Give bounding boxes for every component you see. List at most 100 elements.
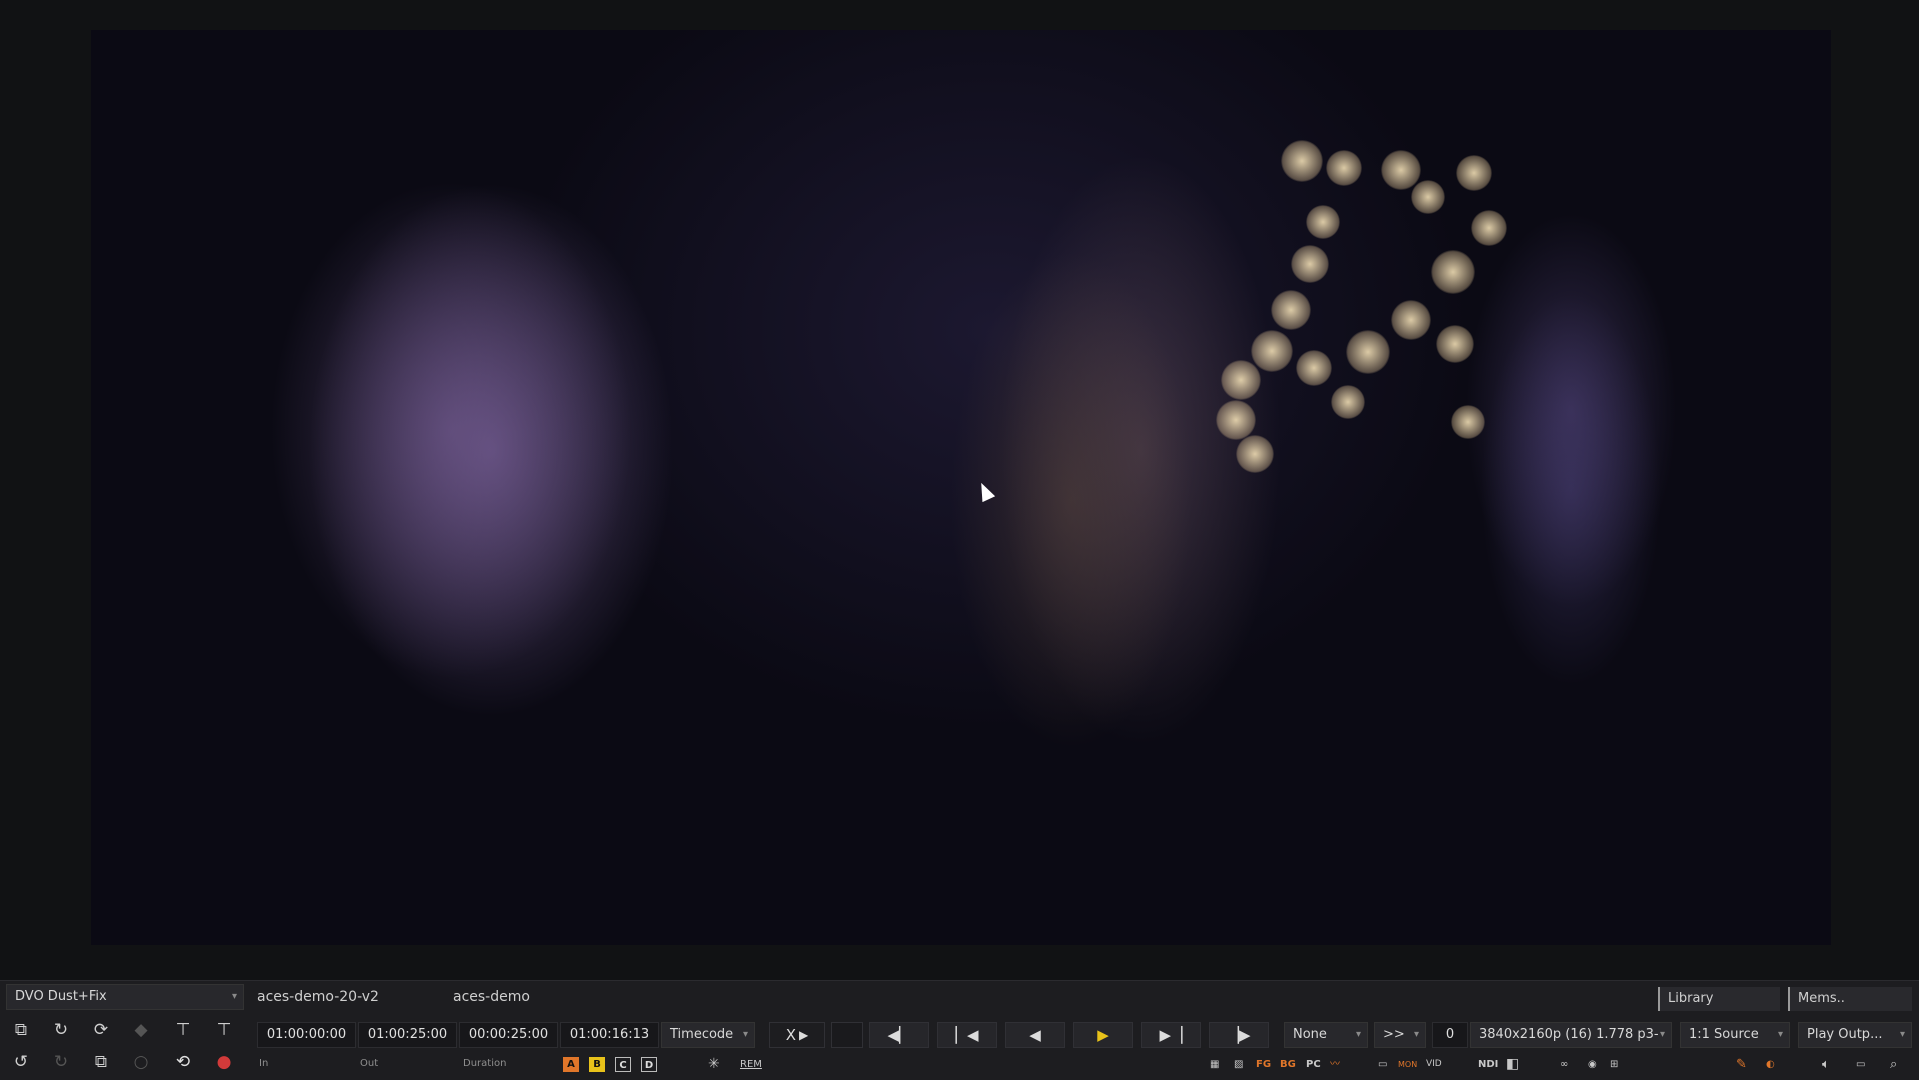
- ndi-indicator[interactable]: NDI: [1478, 1056, 1498, 1073]
- x-toggle-button[interactable]: X ▶: [769, 1022, 825, 1048]
- image-icon[interactable]: ▨: [1234, 1056, 1243, 1073]
- compare-a-button[interactable]: A: [563, 1057, 579, 1072]
- redo-icon[interactable]: ↻: [48, 1049, 74, 1075]
- chevron-down-icon: ▾: [1899, 1029, 1905, 1040]
- compare-d-button[interactable]: D: [641, 1057, 657, 1072]
- pc-indicator[interactable]: PC: [1306, 1056, 1321, 1073]
- vid-indicator[interactable]: VID: [1426, 1056, 1442, 1073]
- step-forward-mark-button[interactable]: ▕▶: [1209, 1022, 1269, 1048]
- split-bottom-icon[interactable]: ⊤: [211, 1017, 237, 1043]
- mems-button[interactable]: Mems..: [1788, 987, 1912, 1011]
- circle-icon[interactable]: ○: [128, 1049, 154, 1075]
- video-frame: [91, 30, 1831, 945]
- person-center: [831, 150, 1251, 945]
- safe-area-icon[interactable]: ⊞: [1610, 1056, 1618, 1073]
- cycle-icon[interactable]: ⟲: [170, 1049, 196, 1075]
- scale-dropdown[interactable]: 1:1 Source ▾: [1680, 1022, 1790, 1048]
- waveform-icon[interactable]: 〰: [1330, 1056, 1340, 1073]
- timecode-mode-dropdown[interactable]: Timecode ▾: [661, 1022, 755, 1048]
- chevron-down-icon: ▾: [1413, 1029, 1419, 1040]
- go-to-end-icon: ▶▕: [1159, 1026, 1183, 1044]
- frame-value[interactable]: 0: [1432, 1022, 1468, 1048]
- monitor-icon[interactable]: ▭: [1378, 1056, 1387, 1073]
- eye-icon[interactable]: ◉: [1588, 1056, 1597, 1073]
- go-to-end-button[interactable]: ▶▕: [1141, 1022, 1201, 1048]
- compare-b-button[interactable]: B: [589, 1057, 605, 1072]
- fx-dropdown[interactable]: None ▾: [1284, 1022, 1368, 1048]
- rem-button[interactable]: REM: [740, 1056, 762, 1073]
- mon-indicator[interactable]: MON: [1398, 1056, 1417, 1073]
- step-back-mark-button[interactable]: ◀▏: [869, 1022, 929, 1048]
- play-marker-icon: ▶: [799, 1028, 809, 1042]
- loop-icon[interactable]: ↺: [8, 1049, 34, 1075]
- library-button-label: Library: [1668, 991, 1714, 1006]
- in-label: In: [259, 1058, 269, 1069]
- output-dropdown[interactable]: Play Outp... ▾: [1798, 1022, 1912, 1048]
- bokeh-light: [1306, 205, 1340, 239]
- duration-timecode[interactable]: 00:00:25:00: [459, 1022, 558, 1048]
- format-dropdown[interactable]: 3840x2160p (16) 1.778 p3- ▾: [1470, 1022, 1672, 1048]
- toggle-icon[interactable]: ◐: [1766, 1056, 1775, 1073]
- refresh-icon[interactable]: ↻: [48, 1017, 74, 1043]
- fg-indicator[interactable]: FG: [1256, 1056, 1271, 1073]
- out-label: Out: [360, 1058, 379, 1069]
- speed-value: >>: [1383, 1027, 1405, 1042]
- window-icon[interactable]: ▭: [1856, 1056, 1865, 1073]
- in-timecode[interactable]: 01:00:00:00: [257, 1022, 356, 1048]
- library-button[interactable]: Library: [1658, 987, 1780, 1011]
- bokeh-light: [1331, 385, 1365, 419]
- compare-c-button[interactable]: C: [615, 1057, 631, 1072]
- grab-icon[interactable]: ◆: [128, 1017, 154, 1043]
- bg-indicator[interactable]: BG: [1280, 1056, 1296, 1073]
- star-icon[interactable]: ✳: [708, 1056, 720, 1073]
- x-label: X: [785, 1026, 797, 1044]
- split-view-icon[interactable]: ◧: [1506, 1056, 1519, 1073]
- bokeh-light: [1391, 300, 1431, 340]
- split-top-icon[interactable]: ⊤: [170, 1017, 196, 1043]
- play-reverse-icon: ◀: [1029, 1026, 1041, 1044]
- volume-icon[interactable]: 🔈︎: [1822, 1056, 1830, 1073]
- play-reverse-button[interactable]: ◀: [1005, 1022, 1065, 1048]
- blank-button[interactable]: [831, 1022, 863, 1048]
- chevron-down-icon: ▾: [1659, 1029, 1665, 1040]
- step-back-mark-icon: ◀▏: [887, 1026, 911, 1044]
- bokeh-light: [1346, 330, 1390, 374]
- bokeh-light: [1236, 435, 1274, 473]
- stereo-icon[interactable]: ∞: [1560, 1056, 1568, 1073]
- timecode-mode-value: Timecode: [670, 1027, 734, 1042]
- image-viewer[interactable]: [0, 0, 1919, 980]
- go-to-start-button[interactable]: ▏◀: [937, 1022, 997, 1048]
- wrench-icon[interactable]: ✎: [1736, 1056, 1747, 1073]
- play-forward-button[interactable]: ▶: [1073, 1022, 1133, 1048]
- bokeh-light: [1216, 400, 1256, 440]
- mems-button-label: Mems..: [1798, 991, 1845, 1006]
- clip-name: aces-demo-20-v2: [257, 989, 379, 1005]
- speed-dropdown[interactable]: >> ▾: [1374, 1022, 1426, 1048]
- current-timecode[interactable]: 01:00:16:13: [560, 1022, 659, 1048]
- refresh-all-icon[interactable]: ⟳: [88, 1017, 114, 1043]
- bokeh-light: [1436, 325, 1474, 363]
- bokeh-light: [1296, 350, 1332, 386]
- out-timecode[interactable]: 01:00:25:00: [358, 1022, 457, 1048]
- bokeh-light: [1251, 330, 1293, 372]
- bokeh-light: [1281, 140, 1323, 182]
- person-left: [151, 50, 711, 945]
- bokeh-light: [1471, 210, 1507, 246]
- search-icon[interactable]: ⌕: [1890, 1056, 1897, 1073]
- bokeh-light: [1291, 245, 1329, 283]
- record-icon[interactable]: ●: [211, 1049, 237, 1075]
- format-value: 3840x2160p (16) 1.778 p3-: [1479, 1027, 1659, 1042]
- project-name: aces-demo: [453, 989, 530, 1005]
- effect-dropdown[interactable]: DVO Dust+Fix ▾: [6, 984, 244, 1010]
- bokeh-light: [1326, 150, 1362, 186]
- output-value: Play Outp...: [1807, 1027, 1883, 1042]
- bokeh-light: [1456, 155, 1492, 191]
- effect-dropdown-value: DVO Dust+Fix: [15, 989, 107, 1004]
- chevron-down-icon: ▾: [742, 1029, 748, 1040]
- new-window-icon[interactable]: ⧉: [8, 1017, 34, 1043]
- grid-icon[interactable]: ▦: [1210, 1056, 1219, 1073]
- bokeh-light: [1431, 250, 1475, 294]
- bokeh-light: [1411, 180, 1445, 214]
- scale-value: 1:1 Source: [1689, 1027, 1759, 1042]
- export-icon[interactable]: ⧉: [88, 1049, 114, 1075]
